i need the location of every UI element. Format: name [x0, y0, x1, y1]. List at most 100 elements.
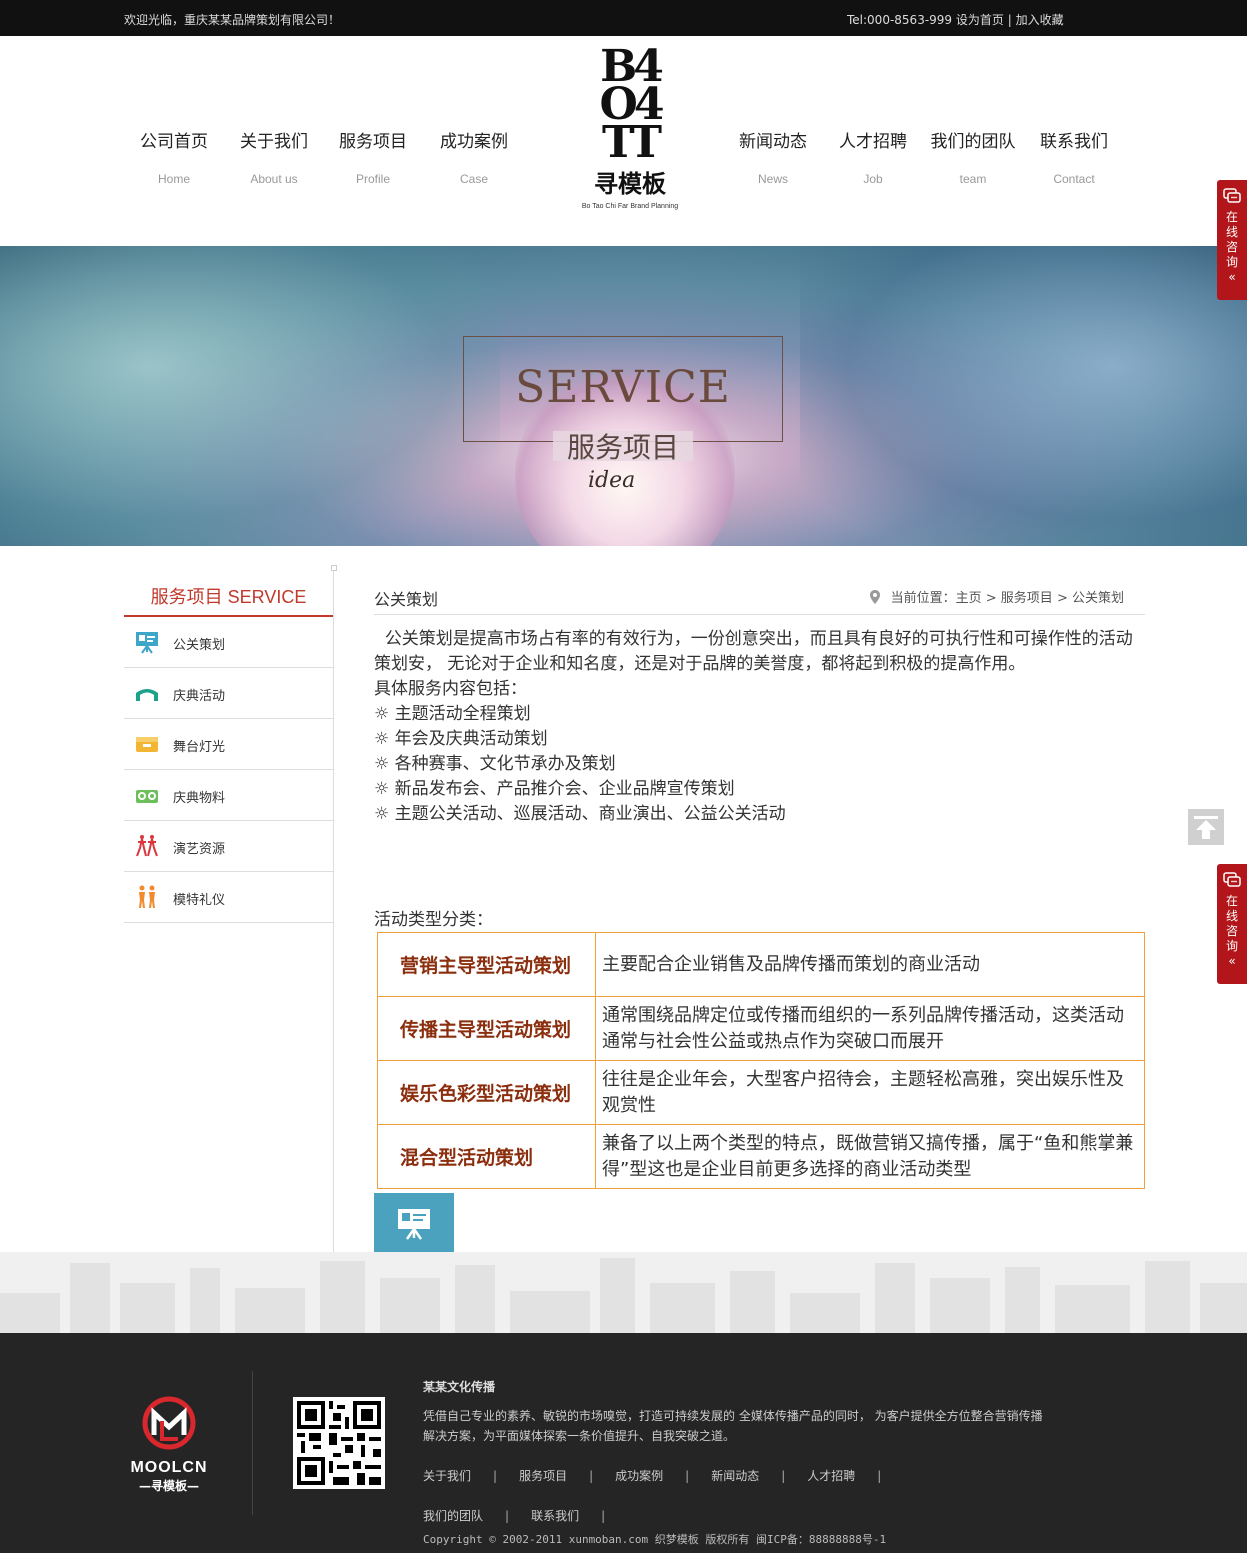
- top-bar: 欢迎光临，重庆某某品牌策划有限公司！ Tel:000-8563-999 设为首页…: [0, 0, 1247, 36]
- qr-code-icon: [297, 1401, 381, 1485]
- moolcn-logo-icon: [142, 1396, 196, 1450]
- footer-copyright: Copyright © 2002-2011 xunmoban.com 织梦模板 …: [423, 1533, 887, 1546]
- models-icon: [139, 885, 155, 908]
- building-shape: [1055, 1285, 1130, 1333]
- banner-cloud-right: [800, 246, 1247, 546]
- footer-separator: |: [781, 1469, 786, 1483]
- table-row: 传播主导型活动策划 通常围绕品牌定位或传播而组织的一系列品牌传播活动，这类活动通…: [377, 996, 1145, 1061]
- nav-item-job[interactable]: 人才招聘 Job: [823, 127, 923, 186]
- location-pin-icon: [870, 590, 881, 604]
- footer-link[interactable]: 新闻动态: [711, 1469, 759, 1483]
- sidebar-item-label: 庆典物料: [173, 791, 226, 806]
- building-shape: [650, 1283, 715, 1333]
- list-item: ☼ 新品发布会、产品推介会、企业品牌宣传策划: [374, 779, 735, 799]
- sidebar-item-celebration[interactable]: 庆典活动: [124, 668, 333, 719]
- online-consult-button-bottom[interactable]: 在 线 咨 询 «: [1217, 864, 1247, 984]
- nav-item-news[interactable]: 新闻动态 News: [723, 127, 823, 186]
- set-home-link[interactable]: 设为首页: [956, 13, 1004, 27]
- building-shape: [875, 1263, 915, 1333]
- logo-slogan: Bo Tao Chi Far Brand Planning: [581, 203, 679, 210]
- sidebar-item-models[interactable]: 模特礼仪: [124, 872, 333, 923]
- building-shape: [730, 1271, 775, 1333]
- nav-item-label: 新闻动态: [739, 132, 807, 152]
- activity-types-table: 营销主导型活动策划 主要配合企业销售及品牌传播而策划的商业活动 传播主导型活动策…: [377, 932, 1145, 1189]
- footer-link[interactable]: 关于我们: [423, 1469, 471, 1483]
- logo-name: 寻模板: [594, 170, 666, 198]
- nav-item-home[interactable]: 公司首页 Home: [124, 127, 224, 186]
- chat-bubble-icon: [1223, 188, 1241, 203]
- table-row: 娱乐色彩型活动策划 往往是企业年会，大型客户招待会，主题轻松高雅，突出娱乐性及观…: [377, 1060, 1145, 1125]
- table-row: 营销主导型活动策划 主要配合企业销售及品牌传播而策划的商业活动: [377, 932, 1145, 997]
- sidebar-item-performance[interactable]: 演艺资源: [124, 821, 333, 872]
- sidebar-item-label: 模特礼仪: [173, 893, 226, 908]
- collapse-chevron-icon: «: [1228, 270, 1236, 284]
- list-item: ☼ 主题活动全程策划: [374, 704, 531, 724]
- welcome-text: 欢迎光临，重庆某某品牌策划有限公司！: [124, 13, 341, 27]
- main-content: 公关策划 当前位置：主页 > 服务项目 > 公关策划 公关策划是提高市场占有率的…: [374, 565, 1145, 1253]
- types-heading: 活动类型分类：: [374, 910, 493, 930]
- nav-item-label: 人才招聘: [839, 132, 907, 152]
- list-heading: 具体服务内容包括：: [374, 679, 527, 699]
- nav-item-about[interactable]: 关于我们 About us: [224, 127, 324, 186]
- nav-item-contact[interactable]: 联系我们 Contact: [1024, 127, 1124, 186]
- breadcrumb-prefix: 当前位置：: [890, 591, 956, 606]
- type-desc: 往往是企业年会，大型客户招待会，主题轻松高雅，突出娱乐性及观赏性: [595, 1060, 1145, 1125]
- site-logo[interactable]: B4 O4 TT 寻模板 Bo Tao Chi Far Brand Planni…: [560, 45, 700, 218]
- footer-link[interactable]: 人才招聘: [807, 1469, 855, 1483]
- banner-title-cn: 服务项目: [566, 431, 679, 464]
- sidebar: 服务项目 SERVICE 公关策划 庆典活动 舞台灯光 庆典物料 演艺资源 模特…: [124, 565, 337, 1253]
- nav-item-sublabel: Case: [459, 172, 488, 186]
- nav-item-label: 联系我们: [1040, 132, 1108, 152]
- site-header: 公司首页 Home 关于我们 About us 服务项目 Profile 成功案…: [0, 36, 1247, 246]
- nav-item-profile[interactable]: 服务项目 Profile: [323, 127, 423, 186]
- footer-link[interactable]: 服务项目: [519, 1469, 567, 1483]
- building-shape: [120, 1283, 175, 1333]
- nav-item-sublabel: Contact: [1053, 172, 1095, 186]
- nav-item-team[interactable]: 我们的团队 team: [918, 127, 1028, 186]
- sidebar-item-label: 公关策划: [173, 638, 226, 653]
- type-name: 混合型活动策划: [377, 1124, 596, 1189]
- list-item: ☼ 年会及庆典活动策划: [374, 729, 548, 749]
- breadcrumb-arrow: >: [1056, 591, 1068, 606]
- footer-logo-subtext: —寻模板—: [138, 1479, 199, 1493]
- footer-link[interactable]: 联系我们: [531, 1509, 579, 1523]
- dancers-icon: [136, 835, 158, 857]
- presentation-board-icon: [136, 632, 158, 654]
- list-item: ☼ 各种赛事、文化节承办及策划: [374, 754, 616, 774]
- footer-company-name: 某某文化传播: [423, 1380, 496, 1394]
- sidebar-item-label: 舞台灯光: [173, 740, 226, 755]
- qr-code-image: [293, 1397, 385, 1489]
- back-to-top-button[interactable]: [1188, 809, 1224, 845]
- nav-item-sublabel: Home: [157, 172, 190, 186]
- online-consult-button-top[interactable]: 在 线 咨 询 «: [1217, 180, 1247, 300]
- page-title: 公关策划: [374, 590, 439, 609]
- sidebar-corner-dot: [331, 565, 337, 571]
- building-shape: [70, 1263, 110, 1333]
- banner-script-text: idea: [588, 468, 636, 493]
- type-name: 娱乐色彩型活动策划: [377, 1060, 596, 1125]
- top-separator: |: [1007, 13, 1012, 27]
- footer-logo: MOOLCN —寻模板—: [124, 1395, 214, 1495]
- sidebar-item-stage-lighting[interactable]: 舞台灯光: [124, 719, 333, 770]
- footer-link[interactable]: 我们的团队: [423, 1509, 483, 1523]
- footer-link[interactable]: 成功案例: [615, 1469, 663, 1483]
- breadcrumb-arrow: >: [985, 591, 997, 606]
- sidebar-item-pr-planning[interactable]: 公关策划: [124, 617, 333, 668]
- add-favorite-link[interactable]: 加入收藏: [1016, 13, 1064, 27]
- footer-separator: |: [589, 1469, 594, 1483]
- footer-separator: |: [505, 1509, 510, 1523]
- footer-separator: |: [685, 1469, 690, 1483]
- nav-item-case[interactable]: 成功案例 Case: [424, 127, 524, 186]
- building-shape: [235, 1288, 305, 1333]
- article-body: 公关策划是提高市场占有率的有效行为，一份创意突出，而且具有良好的可执行性和可操作…: [374, 627, 1145, 827]
- breadcrumb-home-link[interactable]: 主页: [956, 591, 982, 606]
- type-desc: 主要配合企业销售及品牌传播而策划的商业活动: [595, 932, 1145, 997]
- building-shape: [380, 1278, 440, 1333]
- collapse-chevron-icon: «: [1228, 954, 1236, 968]
- breadcrumb-section-link[interactable]: 服务项目: [1001, 591, 1053, 606]
- table-row: 混合型活动策划 兼备了以上两个类型的特点，既做营销又搞传播，属于“鱼和熊掌兼得”…: [377, 1124, 1145, 1189]
- sidebar-item-label: 庆典活动: [173, 689, 226, 704]
- sidebar-item-materials[interactable]: 庆典物料: [124, 770, 333, 821]
- camera-icon: [136, 790, 158, 803]
- building-shape: [455, 1265, 495, 1333]
